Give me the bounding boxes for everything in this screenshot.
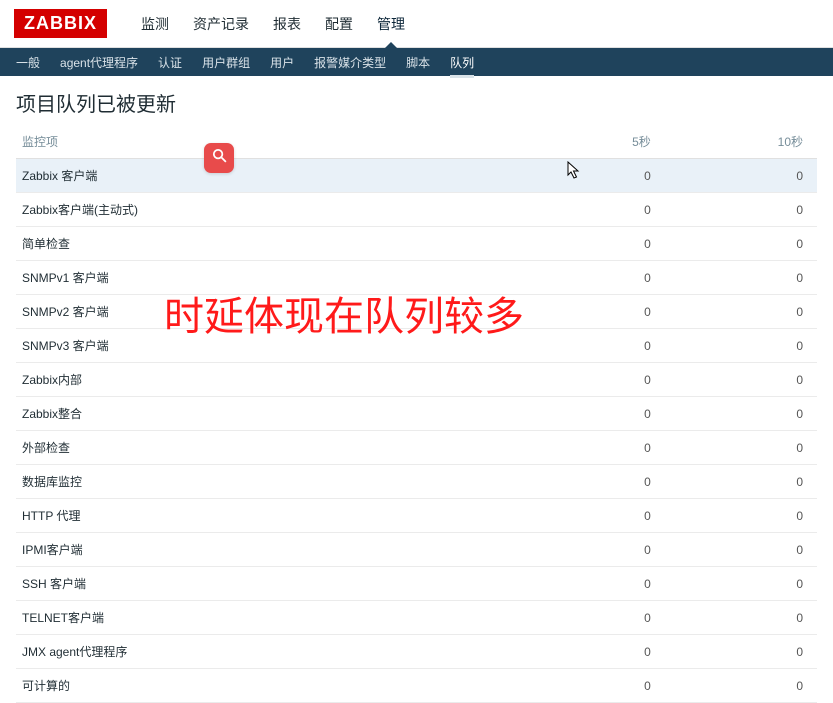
cell-5s: 0 <box>497 635 657 669</box>
cell-10s: 0 <box>657 533 817 567</box>
page-title: 项目队列已被更新 <box>0 76 833 125</box>
table-row[interactable]: 外部检查00 <box>16 431 817 465</box>
cell-monitor: Zabbix整合 <box>16 397 497 431</box>
brand-logo[interactable]: ZABBIX <box>14 9 107 38</box>
cell-5s: 0 <box>497 397 657 431</box>
cell-monitor: SSH 客户端 <box>16 567 497 601</box>
subnav-proxies[interactable]: agent代理程序 <box>50 47 148 78</box>
cell-5s: 0 <box>497 193 657 227</box>
table-row[interactable]: 数据库监控00 <box>16 465 817 499</box>
table-row[interactable]: TELNET客户端00 <box>16 601 817 635</box>
cell-monitor: 简单检查 <box>16 227 497 261</box>
table-row[interactable]: 简单检查00 <box>16 227 817 261</box>
subnav-usergroups[interactable]: 用户群组 <box>192 47 260 78</box>
cell-10s: 0 <box>657 601 817 635</box>
cell-5s: 0 <box>497 567 657 601</box>
cell-10s: 0 <box>657 465 817 499</box>
cell-5s: 0 <box>497 533 657 567</box>
table-row[interactable]: JMX agent代理程序00 <box>16 635 817 669</box>
th-10s[interactable]: 10秒 <box>657 125 817 159</box>
search-badge[interactable] <box>204 143 234 173</box>
cell-monitor: 数据库监控 <box>16 465 497 499</box>
table-row[interactable]: Zabbix整合00 <box>16 397 817 431</box>
topnav-admin[interactable]: 管理 <box>365 0 417 48</box>
topnav-config[interactable]: 配置 <box>313 0 365 48</box>
cell-monitor: IPMI客户端 <box>16 533 497 567</box>
table-row[interactable]: Zabbix客户端(主动式)00 <box>16 193 817 227</box>
cell-10s: 0 <box>657 295 817 329</box>
cell-10s: 0 <box>657 193 817 227</box>
cell-10s: 0 <box>657 431 817 465</box>
table-row[interactable]: 可计算的00 <box>16 669 817 703</box>
cell-10s: 0 <box>657 329 817 363</box>
cell-10s: 0 <box>657 261 817 295</box>
cell-5s: 0 <box>497 227 657 261</box>
topnav-monitor[interactable]: 监测 <box>129 0 181 48</box>
cell-10s: 0 <box>657 227 817 261</box>
table-row[interactable]: Zabbix内部00 <box>16 363 817 397</box>
cell-5s: 0 <box>497 363 657 397</box>
cell-monitor: Zabbix 客户端 <box>16 159 497 193</box>
cell-10s: 0 <box>657 397 817 431</box>
cell-monitor: JMX agent代理程序 <box>16 635 497 669</box>
cell-10s: 0 <box>657 669 817 703</box>
topnav-reports[interactable]: 报表 <box>261 0 313 48</box>
cell-10s: 0 <box>657 499 817 533</box>
subnav-scripts[interactable]: 脚本 <box>396 47 440 78</box>
cell-10s: 0 <box>657 159 817 193</box>
th-5s[interactable]: 5秒 <box>497 125 657 159</box>
cursor-icon <box>567 161 581 184</box>
table-row[interactable]: SSH 客户端00 <box>16 567 817 601</box>
table-row[interactable]: HTTP 代理00 <box>16 499 817 533</box>
cell-monitor: Zabbix客户端(主动式) <box>16 193 497 227</box>
table-row[interactable]: IPMI客户端00 <box>16 533 817 567</box>
cell-5s: 0 <box>497 601 657 635</box>
content-area: 监控项 5秒 10秒 Zabbix 客户端00Zabbix客户端(主动式)00简… <box>0 125 833 703</box>
cell-5s: 0 <box>497 465 657 499</box>
top-nav: ZABBIX 监测 资产记录 报表 配置 管理 <box>0 0 833 48</box>
subnav-auth[interactable]: 认证 <box>148 47 192 78</box>
cell-10s: 0 <box>657 635 817 669</box>
search-icon <box>211 147 228 169</box>
cell-10s: 0 <box>657 363 817 397</box>
cell-10s: 0 <box>657 567 817 601</box>
cell-5s: 0 <box>497 431 657 465</box>
th-monitor[interactable]: 监控项 <box>16 125 497 159</box>
cell-monitor: 可计算的 <box>16 669 497 703</box>
cell-monitor: HTTP 代理 <box>16 499 497 533</box>
sub-nav: 一般 agent代理程序 认证 用户群组 用户 报警媒介类型 脚本 队列 <box>0 48 833 76</box>
subnav-general[interactable]: 一般 <box>6 47 50 78</box>
subnav-users[interactable]: 用户 <box>260 47 304 78</box>
cell-5s: 0 <box>497 669 657 703</box>
queue-table: 监控项 5秒 10秒 Zabbix 客户端00Zabbix客户端(主动式)00简… <box>16 125 817 703</box>
subnav-mediatypes[interactable]: 报警媒介类型 <box>304 47 396 78</box>
cell-monitor: 外部检查 <box>16 431 497 465</box>
topnav-inventory[interactable]: 资产记录 <box>181 0 261 48</box>
cell-monitor: TELNET客户端 <box>16 601 497 635</box>
cell-monitor: Zabbix内部 <box>16 363 497 397</box>
subnav-queue[interactable]: 队列 <box>440 47 484 78</box>
table-row[interactable]: Zabbix 客户端00 <box>16 159 817 193</box>
annotation-overlay: 时延体现在队列较多 <box>164 284 524 342</box>
cell-5s: 0 <box>497 499 657 533</box>
